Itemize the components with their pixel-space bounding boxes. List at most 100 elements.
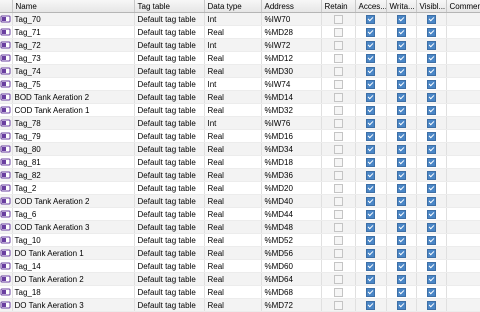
tag-table-cell[interactable]: Default tag table: [134, 285, 205, 299]
table-row[interactable]: DO Tank Aeration 1 Default tag table Real%…: [0, 246, 480, 260]
tag-name-cell[interactable]: Tag_74: [12, 64, 135, 78]
retain-checkbox[interactable]: [333, 170, 343, 180]
tag-table-cell[interactable]: Default tag table: [134, 142, 205, 156]
comment-cell[interactable]: [446, 51, 480, 65]
tag-table-cell[interactable]: Default tag table: [134, 194, 205, 208]
retain-checkbox[interactable]: [333, 144, 343, 154]
writable-checkbox[interactable]: [396, 235, 406, 245]
comment-cell[interactable]: [446, 181, 480, 195]
accessible-checkbox[interactable]: [366, 131, 375, 141]
accessible-checkbox[interactable]: [366, 118, 375, 128]
retain-checkbox[interactable]: [333, 287, 343, 297]
visible-checkbox[interactable]: [426, 105, 436, 115]
tag-name-cell[interactable]: Tag_6: [12, 207, 135, 221]
tag-table-cell[interactable]: Default tag table: [134, 12, 205, 26]
header-comment[interactable]: Comment: [446, 0, 480, 13]
comment-cell[interactable]: [446, 207, 480, 221]
writable-checkbox[interactable]: [396, 79, 406, 89]
comment-cell[interactable]: [446, 38, 480, 52]
tag-table-cell[interactable]: Default tag table: [134, 155, 205, 169]
address-cell[interactable]: %MD44: [261, 207, 322, 221]
tag-table-cell[interactable]: Default tag table: [134, 129, 205, 143]
retain-checkbox[interactable]: [333, 183, 343, 193]
tag-name-cell[interactable]: Tag_78: [12, 116, 135, 130]
visible-checkbox[interactable]: [426, 170, 436, 180]
tag-name-cell[interactable]: Tag_2: [12, 181, 135, 195]
table-row[interactable]: Tag_70 Default tag table Int %IW70: [0, 12, 480, 26]
header-retain[interactable]: Retain: [321, 0, 356, 13]
accessible-checkbox[interactable]: [366, 79, 375, 89]
address-cell[interactable]: %MD16: [261, 129, 322, 143]
table-row[interactable]: Tag_10 Default tag table Real %MD52: [0, 233, 480, 247]
writable-checkbox[interactable]: [396, 66, 406, 76]
table-row[interactable]: Tag_18 Default tag table Real %MD68: [0, 285, 480, 299]
address-cell[interactable]: %IW72: [261, 38, 322, 52]
accessible-checkbox[interactable]: [366, 274, 375, 284]
data-type-cell[interactable]: Int: [204, 77, 262, 91]
comment-cell[interactable]: [446, 25, 480, 39]
accessible-checkbox[interactable]: [366, 14, 375, 24]
table-row[interactable]: Tag_72 Default tag table Int %IW72: [0, 38, 480, 52]
retain-checkbox[interactable]: [333, 92, 343, 102]
visible-checkbox[interactable]: [426, 79, 436, 89]
writable-checkbox[interactable]: [396, 222, 406, 232]
table-row[interactable]: BOD Tank Aeration 2 Default tag table Real…: [0, 90, 480, 104]
table-row[interactable]: DO Tank Aeration 3 Default tag table Real%…: [0, 298, 480, 312]
tag-table-cell[interactable]: Default tag table: [134, 181, 205, 195]
writable-checkbox[interactable]: [396, 170, 406, 180]
visible-checkbox[interactable]: [426, 261, 436, 271]
data-type-cell[interactable]: Real: [204, 272, 262, 286]
comment-cell[interactable]: [446, 272, 480, 286]
comment-cell[interactable]: [446, 12, 480, 26]
tag-name-cell[interactable]: Tag_82: [12, 168, 135, 182]
tag-name-cell[interactable]: Tag_75: [12, 77, 135, 91]
header-address[interactable]: Address: [261, 0, 322, 13]
tag-table-cell[interactable]: Default tag table: [134, 38, 205, 52]
address-cell[interactable]: %MD52: [261, 233, 322, 247]
retain-checkbox[interactable]: [333, 196, 343, 206]
data-type-cell[interactable]: Real: [204, 168, 262, 182]
accessible-checkbox[interactable]: [366, 235, 375, 245]
table-row[interactable]: Tag_82 Default tag table Real %MD36: [0, 168, 480, 182]
writable-checkbox[interactable]: [396, 274, 406, 284]
header-tag-table[interactable]: Tag table: [134, 0, 205, 13]
comment-cell[interactable]: [446, 129, 480, 143]
comment-cell[interactable]: [446, 259, 480, 273]
retain-checkbox[interactable]: [333, 274, 343, 284]
comment-cell[interactable]: [446, 103, 480, 117]
address-cell[interactable]: %MD28: [261, 25, 322, 39]
accessible-checkbox[interactable]: [366, 53, 375, 63]
data-type-cell[interactable]: Real: [204, 220, 262, 234]
tag-name-cell[interactable]: Tag_18: [12, 285, 135, 299]
retain-checkbox[interactable]: [333, 300, 343, 310]
writable-checkbox[interactable]: [396, 209, 406, 219]
data-type-cell[interactable]: Real: [204, 142, 262, 156]
visible-checkbox[interactable]: [426, 300, 436, 310]
tag-name-cell[interactable]: Tag_10: [12, 233, 135, 247]
writable-checkbox[interactable]: [396, 144, 406, 154]
header-visible[interactable]: Visibl...: [416, 0, 447, 13]
tag-table-cell[interactable]: Default tag table: [134, 51, 205, 65]
tag-table-cell[interactable]: Default tag table: [134, 233, 205, 247]
data-type-cell[interactable]: Real: [204, 298, 262, 312]
visible-checkbox[interactable]: [426, 40, 436, 50]
comment-cell[interactable]: [446, 194, 480, 208]
header-data-type[interactable]: Data type: [204, 0, 262, 13]
data-type-cell[interactable]: Real: [204, 259, 262, 273]
table-row[interactable]: Tag_73 Default tag table Real %MD12: [0, 51, 480, 65]
table-row[interactable]: Tag_75 Default tag table Int %IW74: [0, 77, 480, 91]
accessible-checkbox[interactable]: [366, 66, 375, 76]
retain-checkbox[interactable]: [333, 66, 343, 76]
data-type-cell[interactable]: Real: [204, 51, 262, 65]
visible-checkbox[interactable]: [426, 183, 436, 193]
table-row[interactable]: DO Tank Aeration 2 Default tag table Real%…: [0, 272, 480, 286]
address-cell[interactable]: %MD32: [261, 103, 322, 117]
retain-checkbox[interactable]: [333, 131, 343, 141]
address-cell[interactable]: %MD20: [261, 181, 322, 195]
visible-checkbox[interactable]: [426, 53, 436, 63]
tag-name-cell[interactable]: BOD Tank Aeration 2: [12, 90, 135, 104]
address-cell[interactable]: %MD18: [261, 155, 322, 169]
tag-name-cell[interactable]: Tag_80: [12, 142, 135, 156]
address-cell[interactable]: %IW76: [261, 116, 322, 130]
comment-cell[interactable]: [446, 298, 480, 312]
